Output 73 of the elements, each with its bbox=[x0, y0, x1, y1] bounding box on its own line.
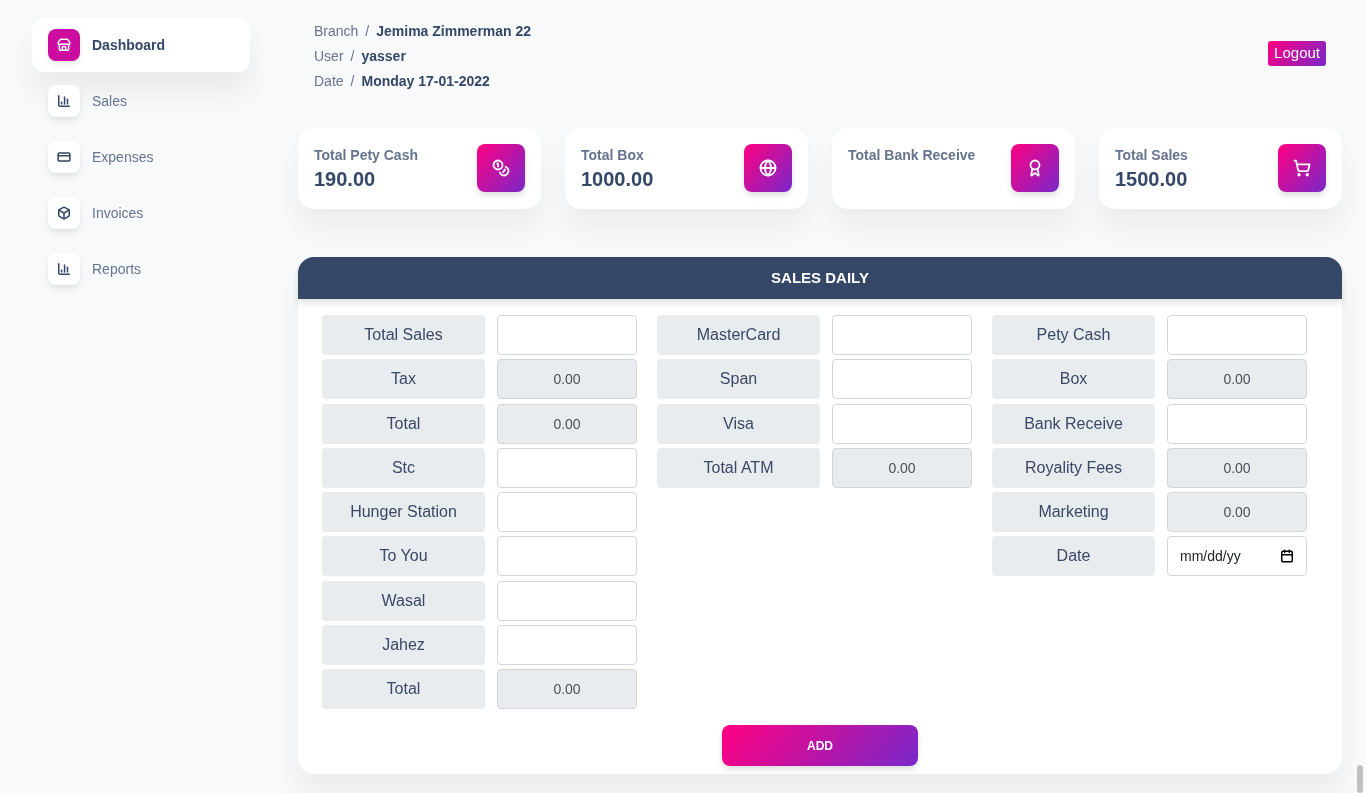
sidebar-item[interactable]: Invoices bbox=[32, 186, 250, 240]
logout-button[interactable]: Logout bbox=[1268, 41, 1326, 66]
input-field[interactable] bbox=[497, 625, 637, 666]
cart-icon bbox=[1278, 144, 1326, 192]
info-label: User bbox=[314, 47, 344, 66]
field-label: Royality Fees bbox=[992, 447, 1155, 488]
field-label: Box bbox=[992, 359, 1155, 400]
readonly-field[interactable]: 0.00 bbox=[497, 669, 637, 710]
award-icon bbox=[1011, 144, 1059, 192]
sidebar-item[interactable]: Sales bbox=[32, 74, 250, 128]
input-field[interactable] bbox=[832, 403, 972, 444]
input-field[interactable] bbox=[497, 447, 637, 488]
field-label: Span bbox=[657, 359, 820, 400]
scrollbar-thumb[interactable] bbox=[1357, 765, 1363, 793]
breadcrumb-separator: / bbox=[365, 22, 370, 41]
field-label: Marketing bbox=[992, 492, 1155, 533]
field-label: MasterCard bbox=[657, 315, 820, 355]
panel-title: SALES DAILY bbox=[771, 267, 869, 288]
info-label: Date bbox=[314, 72, 344, 91]
field-label: Total ATM bbox=[657, 447, 820, 488]
field-label: Total bbox=[322, 403, 485, 444]
date-field[interactable]: mm/dd/yy bbox=[1167, 536, 1307, 577]
input-field[interactable] bbox=[1167, 315, 1307, 355]
breadcrumb-separator: / bbox=[350, 47, 355, 66]
bar-chart-icon bbox=[48, 85, 80, 117]
stat-value: 1000.00 bbox=[581, 167, 654, 192]
coins-icon bbox=[477, 144, 525, 192]
stat-title: Total Box bbox=[581, 146, 645, 165]
field-label: Bank Receive bbox=[992, 403, 1155, 444]
field-label: Wasal bbox=[322, 580, 485, 621]
bar-chart-icon bbox=[48, 253, 80, 285]
breadcrumb-separator: / bbox=[350, 72, 355, 91]
input-field[interactable] bbox=[832, 359, 972, 400]
input-field[interactable] bbox=[497, 536, 637, 577]
add-button[interactable]: ADD bbox=[722, 725, 918, 767]
globe-icon bbox=[744, 144, 792, 192]
field-label: Visa bbox=[657, 403, 820, 444]
store-icon bbox=[48, 29, 80, 61]
field-label: Date bbox=[992, 536, 1155, 577]
input-field[interactable] bbox=[497, 492, 637, 533]
stat-value: 1500.00 bbox=[1115, 167, 1188, 192]
readonly-field[interactable]: 0.00 bbox=[1167, 447, 1307, 488]
stat-title: Total Bank Receive bbox=[848, 146, 976, 165]
stat-value: 190.00 bbox=[314, 167, 377, 192]
field-label: Stc bbox=[322, 447, 485, 488]
info-value: Monday 17-01-2022 bbox=[361, 72, 490, 91]
field-label: Total Sales bbox=[322, 315, 485, 355]
info-value: Jemima Zimmerman 22 bbox=[376, 22, 532, 41]
readonly-field[interactable]: 0.00 bbox=[497, 403, 637, 444]
info-value: yasser bbox=[361, 47, 406, 66]
readonly-field[interactable]: 0.00 bbox=[832, 447, 972, 488]
sidebar-item[interactable]: Reports bbox=[32, 242, 250, 296]
input-field[interactable] bbox=[497, 315, 637, 355]
credit-card-icon bbox=[48, 141, 80, 173]
sidebar-item[interactable]: Expenses bbox=[32, 130, 250, 184]
sidebar-item[interactable]: Dashboard bbox=[32, 18, 250, 72]
input-field[interactable] bbox=[1167, 403, 1307, 444]
stat-title: Total Pety Cash bbox=[314, 146, 418, 165]
field-label: Tax bbox=[322, 359, 485, 400]
readonly-field[interactable]: 0.00 bbox=[1167, 492, 1307, 533]
readonly-field[interactable]: 0.00 bbox=[1167, 359, 1307, 400]
field-label: Hunger Station bbox=[322, 492, 485, 533]
stat-title: Total Sales bbox=[1115, 146, 1188, 165]
readonly-field[interactable]: 0.00 bbox=[497, 359, 637, 400]
input-field[interactable] bbox=[832, 315, 972, 355]
field-label: Jahez bbox=[322, 625, 485, 666]
cube-icon bbox=[48, 197, 80, 229]
field-label: Total bbox=[322, 669, 485, 710]
calendar-icon[interactable] bbox=[1280, 549, 1294, 564]
field-label: Pety Cash bbox=[992, 315, 1155, 355]
input-field[interactable] bbox=[497, 580, 637, 621]
info-label: Branch bbox=[314, 22, 359, 41]
field-label: To You bbox=[322, 536, 485, 577]
